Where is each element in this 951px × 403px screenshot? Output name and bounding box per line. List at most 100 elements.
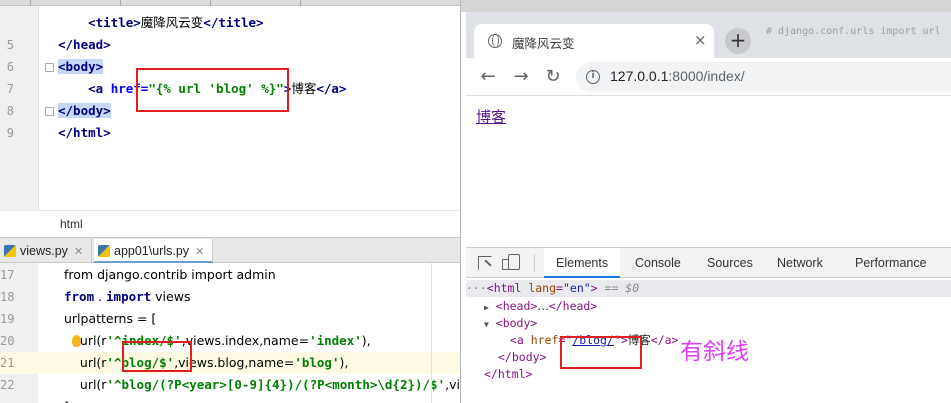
tab-sources[interactable]: Sources [695, 248, 765, 278]
right-margin-guide [431, 263, 432, 403]
highlight-box-href [560, 336, 642, 369]
code-line[interactable]: ] [0, 396, 460, 403]
collapse-triangle-icon[interactable]: ▼ [484, 320, 489, 329]
highlight-box-url-tag [136, 68, 289, 112]
line-number: 7 [6, 82, 14, 96]
tab-elements[interactable]: Elements [544, 248, 621, 278]
code-line[interactable]: 21 url(r'^blog/$',views.blog,name='blog'… [0, 352, 460, 374]
code-token: . [94, 289, 107, 304]
forward-button[interactable]: → [509, 65, 533, 89]
tab-title: 魔降风云变 [512, 36, 575, 51]
close-icon[interactable]: ✕ [74, 246, 83, 258]
code-token: <title> [88, 15, 141, 30]
line-number: 8 [6, 104, 14, 118]
info-icon[interactable]: i [586, 70, 600, 84]
url-host: 127.0.0.1 [610, 68, 669, 84]
editor-tab-strip[interactable] [0, 0, 460, 6]
url-text: 127.0.0.1:8000/index/ [610, 68, 745, 84]
code-token: </body> [58, 103, 111, 118]
breadcrumb-bar: html [0, 210, 460, 237]
dom-node-body-close[interactable]: </body> [498, 349, 546, 366]
code-line[interactable]: 5 </head> [0, 34, 460, 56]
dom-node-head[interactable]: ▶ <head>…</head> [484, 298, 597, 315]
line-number: 9 [6, 126, 14, 140]
devtools-panel: Elements Console Sources Network Perform… [466, 247, 951, 403]
line-number: 6 [6, 60, 14, 74]
new-tab-button[interactable]: + [725, 28, 751, 54]
close-tab-icon[interactable]: × [694, 31, 707, 49]
code-token: </html> [58, 125, 111, 140]
code-line[interactable]: 20 url(r'^index/$',views.index,name='ind… [0, 330, 460, 352]
line-number: 19 [0, 312, 15, 326]
browser-tab-bar: 魔降风云变 × + # django.conf.urls import url [466, 12, 951, 58]
device-toolbar-icon[interactable] [502, 254, 520, 270]
code-text: <body> [58, 56, 104, 78]
code-text: url(r'^blog/$',views.blog,name='blog'), [64, 352, 348, 374]
browser-tab[interactable]: 魔降风云变 × [474, 24, 714, 58]
code-text: ] [64, 396, 69, 403]
code-token: ] [64, 399, 69, 403]
reload-button[interactable]: ↻ [541, 65, 565, 89]
window-splitter[interactable] [460, 0, 461, 403]
fold-marker-icon[interactable] [45, 63, 54, 72]
expand-triangle-icon[interactable]: ▶ [484, 303, 489, 312]
code-token: ,vi [445, 377, 460, 392]
code-token: ,views.index,name= [181, 333, 310, 348]
fold-marker-icon[interactable] [45, 107, 54, 116]
back-button[interactable]: ← [476, 65, 500, 89]
tab-urls-py[interactable]: app01\urls.py ✕ [94, 239, 214, 263]
code-token: from [64, 289, 95, 304]
inspect-element-icon[interactable] [478, 256, 492, 270]
code-line[interactable]: 19 urlpatterns = [ [0, 308, 460, 330]
tab-performance[interactable]: Performance [843, 248, 939, 278]
code-token: url(r [64, 333, 107, 348]
code-text: url(r'^index/$',views.index,name='index'… [64, 330, 371, 352]
annotation-has-slash: 有斜线 [680, 339, 749, 365]
code-token: <body> [58, 59, 104, 74]
highlight-box-blog-pattern [122, 341, 192, 372]
code-token: url(r [64, 355, 107, 370]
line-number: 22 [0, 378, 15, 392]
code-token: url(r [64, 377, 107, 392]
code-text: <title>魔降风云变</title> [58, 12, 264, 34]
file-tab-bar: views.py ✕ app01\urls.py ✕ [0, 237, 460, 263]
close-icon[interactable]: ✕ [195, 246, 204, 258]
python-file-icon [4, 245, 16, 257]
url-path: :8000/index/ [668, 68, 745, 84]
tab-console[interactable]: Console [623, 248, 693, 278]
code-text: from django.contrib import admin [64, 264, 276, 286]
code-line[interactable]: 9 </html> [0, 122, 460, 144]
tab-views-py[interactable]: views.py ✕ [0, 239, 93, 263]
blog-link[interactable]: 博客 [476, 106, 506, 127]
code-line[interactable]: 17 from django.contrib import admin [0, 264, 460, 286]
line-number: 21 [0, 356, 15, 370]
code-line[interactable]: <title>魔降风云变</title> [0, 12, 460, 34]
code-token: urlpatterns = [ [64, 311, 157, 326]
code-token: </head> [58, 37, 111, 52]
browser-toolbar: ← → ↻ i 127.0.0.1:8000/index/ [466, 58, 951, 96]
divider [534, 254, 535, 272]
code-token: </title> [203, 15, 264, 30]
breadcrumb-html[interactable]: html [60, 217, 83, 231]
line-number: 5 [6, 38, 14, 52]
dom-node-html-close[interactable]: </html> [484, 366, 532, 383]
code-token: ), [361, 333, 371, 348]
code-token: from django.contrib import admin [64, 267, 276, 282]
code-line[interactable]: 22 url(r'^blog/(?P<year>[0-9]{4})/(?P<mo… [0, 374, 460, 396]
code-token: import [106, 289, 152, 304]
code-token: <a [88, 81, 111, 96]
tab-network[interactable]: Network [765, 248, 835, 278]
line-number: 20 [0, 334, 15, 348]
background-window-strip [461, 0, 951, 12]
html-editor-pane: <title>魔降风云变</title> 5 </head> 6 <body> 7 <a … [0, 0, 460, 237]
background-ghost-text: # django.conf.urls import url [766, 26, 941, 37]
code-token: views [151, 289, 191, 304]
line-number: 17 [0, 268, 15, 282]
dom-node-body[interactable]: ▼ <body> [484, 315, 537, 332]
address-bar[interactable]: i 127.0.0.1:8000/index/ [576, 62, 951, 92]
code-line[interactable]: 18 from . import views [0, 286, 460, 308]
code-text: </html> [58, 122, 111, 144]
devtools-tab-bar: Elements Console Sources Network Perform… [466, 248, 951, 278]
dom-node-html[interactable]: ···<html lang="en"> == $0 [466, 280, 951, 297]
code-token: 'index' [309, 333, 362, 348]
